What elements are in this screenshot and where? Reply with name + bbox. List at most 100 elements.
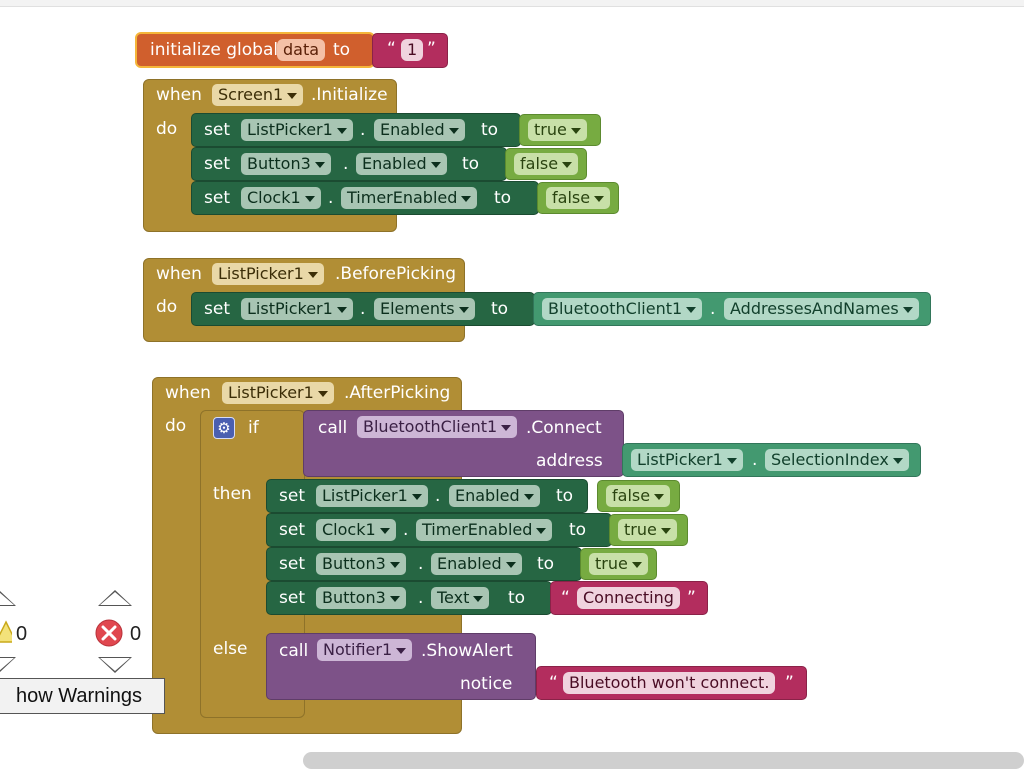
quote-close: ” [427,39,436,59]
global-var-name-field[interactable]: data [277,39,326,61]
set-listpicker1-enabled-then[interactable]: set ListPicker1 . Enabled to [266,479,588,513]
warnings-next-arrow[interactable] [0,657,16,673]
do-label: do [156,297,178,317]
set-label: set [204,120,230,140]
component-dropdown[interactable]: ListPicker1 [631,449,743,471]
logic-true-block[interactable]: true [580,548,657,580]
text-value-field[interactable]: 1 [401,39,424,61]
property-dropdown[interactable]: AddressesAndNames [724,298,919,320]
set-label: set [279,588,305,608]
logic-true-block[interactable]: true [609,514,688,546]
set-listpicker1-enabled[interactable]: set ListPicker1 . Enabled to [191,113,521,147]
property-dropdown[interactable]: Enabled [449,485,540,507]
address-label: address [536,451,603,471]
logic-value-dropdown[interactable]: false [514,153,579,175]
global-prefix-label: initialize global [150,40,279,60]
errors-next-arrow[interactable] [98,657,132,673]
quote-close: ” [785,673,794,693]
errors-prev-arrow[interactable] [98,590,132,606]
dot-label: . [403,520,409,540]
dot-label: . [328,188,334,208]
show-warnings-button[interactable]: how Warnings [0,678,165,714]
component-dropdown[interactable]: ListPicker1 [316,485,428,507]
property-dropdown[interactable]: Elements [374,298,475,320]
component-dropdown[interactable]: BluetoothClient1 [542,298,703,320]
horizontal-scrollbar[interactable] [303,752,1024,769]
component-dropdown[interactable]: Notifier1 [317,639,413,661]
set-button3-text-then[interactable]: set Button3 . Text to [266,581,552,615]
property-dropdown[interactable]: TimerEnabled [341,187,478,209]
dot-label: . [343,154,349,174]
text-block-bluetooth-wont-connect[interactable]: “ Bluetooth won't connect. ” [536,666,807,700]
text-value-field[interactable]: Bluetooth won't connect. [563,672,776,694]
text-block-connecting[interactable]: “ Connecting ” [550,581,708,615]
text-block-data[interactable]: “ 1 ” [372,33,448,68]
quote-open: “ [549,673,558,693]
logic-false-block[interactable]: false [597,480,680,512]
property-dropdown[interactable]: SelectionIndex [765,449,909,471]
logic-value-dropdown[interactable]: false [606,485,671,507]
call-notifier1-showalert[interactable]: call Notifier1 .ShowAlert notice [266,633,536,700]
else-label: else [213,639,248,659]
call-label: call [318,418,348,438]
dot-label: . [360,299,366,319]
component-dropdown[interactable]: ListPicker1 [241,119,353,141]
method-label: .Connect [526,418,602,438]
initialize-global-block[interactable]: initialize global data to [135,32,375,68]
logic-value-dropdown[interactable]: true [618,519,677,541]
when-label: when [165,383,211,403]
set-clock1-timerenabled[interactable]: set Clock1 . TimerEnabled to [191,181,539,215]
warnings-prev-arrow[interactable] [0,590,16,606]
property-dropdown[interactable]: Enabled [431,553,522,575]
component-dropdown[interactable]: BluetoothClient1 [357,416,518,438]
to-label: to [508,588,526,608]
logic-false-block[interactable]: false [505,148,587,180]
logic-value-dropdown[interactable]: false [546,187,611,209]
event-name-label: .Initialize [311,85,388,105]
set-button3-enabled[interactable]: set Button3 . Enabled to [191,147,507,181]
property-dropdown[interactable]: Text [431,587,490,609]
error-circle-icon [95,619,123,647]
text-value-field[interactable]: Connecting [577,587,680,609]
dot-label: . [752,450,758,470]
logic-true-block[interactable]: true [519,114,601,146]
property-dropdown[interactable]: Enabled [374,119,465,141]
set-label: set [204,299,230,319]
call-bluetoothclient1-connect[interactable]: call BluetoothClient1 .Connect address [303,410,624,477]
component-dropdown[interactable]: Button3 [316,553,406,575]
do-label: do [156,119,178,139]
event-name-label: .BeforePicking [335,264,457,284]
dot-label: . [710,299,716,319]
listpicker1-dropdown[interactable]: ListPicker1 [222,382,334,404]
property-dropdown[interactable]: Enabled [356,153,447,175]
component-dropdown[interactable]: ListPicker1 [241,298,353,320]
when-label: when [156,264,202,284]
quote-open: “ [561,588,570,608]
quote-open: “ [387,39,396,59]
bluetooth-addresses-getter[interactable]: BluetoothClient1 . AddressesAndNames [533,292,931,326]
property-dropdown[interactable]: TimerEnabled [416,519,553,541]
method-label: .ShowAlert [421,641,513,661]
component-dropdown[interactable]: Clock1 [241,187,321,209]
gear-icon[interactable]: ⚙ [213,417,235,439]
to-label: to [491,299,509,319]
set-label: set [279,554,305,574]
quote-close: ” [687,588,696,608]
listpicker1-selectionindex-getter[interactable]: ListPicker1 . SelectionIndex [622,443,921,477]
logic-value-dropdown[interactable]: true [589,553,648,575]
to-label: to [494,188,512,208]
component-dropdown[interactable]: Button3 [316,587,406,609]
set-listpicker1-elements[interactable]: set ListPicker1 . Elements to [191,292,535,326]
logic-value-dropdown[interactable]: true [528,119,587,141]
dot-label: . [360,120,366,140]
component-dropdown[interactable]: Clock1 [316,519,396,541]
component-dropdown[interactable]: Button3 [241,153,331,175]
when-label: when [156,85,202,105]
screen1-dropdown[interactable]: Screen1 [212,84,304,106]
top-border [0,0,1024,7]
listpicker1-dropdown[interactable]: ListPicker1 [212,263,324,285]
logic-false-block[interactable]: false [537,182,619,214]
set-clock1-timerenabled-then[interactable]: set Clock1 . TimerEnabled to [266,513,612,547]
set-label: set [279,486,305,506]
set-button3-enabled-then[interactable]: set Button3 . Enabled to [266,547,582,581]
